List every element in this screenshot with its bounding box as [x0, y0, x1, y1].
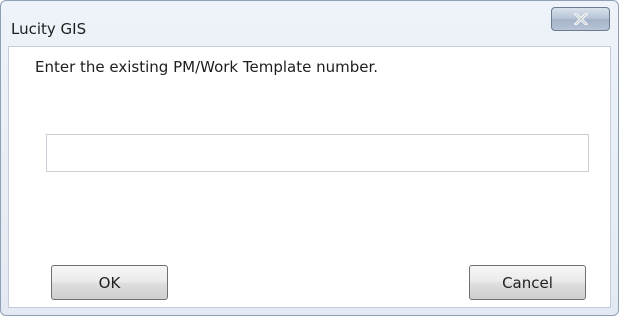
- cancel-button[interactable]: Cancel: [469, 265, 586, 300]
- dialog-window: Lucity GIS Enter the existing PM/Work Te…: [0, 0, 619, 316]
- template-number-input[interactable]: [46, 134, 589, 172]
- window-title: Lucity GIS: [11, 20, 87, 38]
- close-button[interactable]: [551, 7, 610, 31]
- dialog-content: Enter the existing PM/Work Template numb…: [8, 46, 611, 308]
- title-bar[interactable]: Lucity GIS: [1, 1, 618, 46]
- prompt-text: Enter the existing PM/Work Template numb…: [35, 58, 379, 76]
- ok-button[interactable]: OK: [51, 265, 168, 300]
- close-icon: [573, 13, 588, 25]
